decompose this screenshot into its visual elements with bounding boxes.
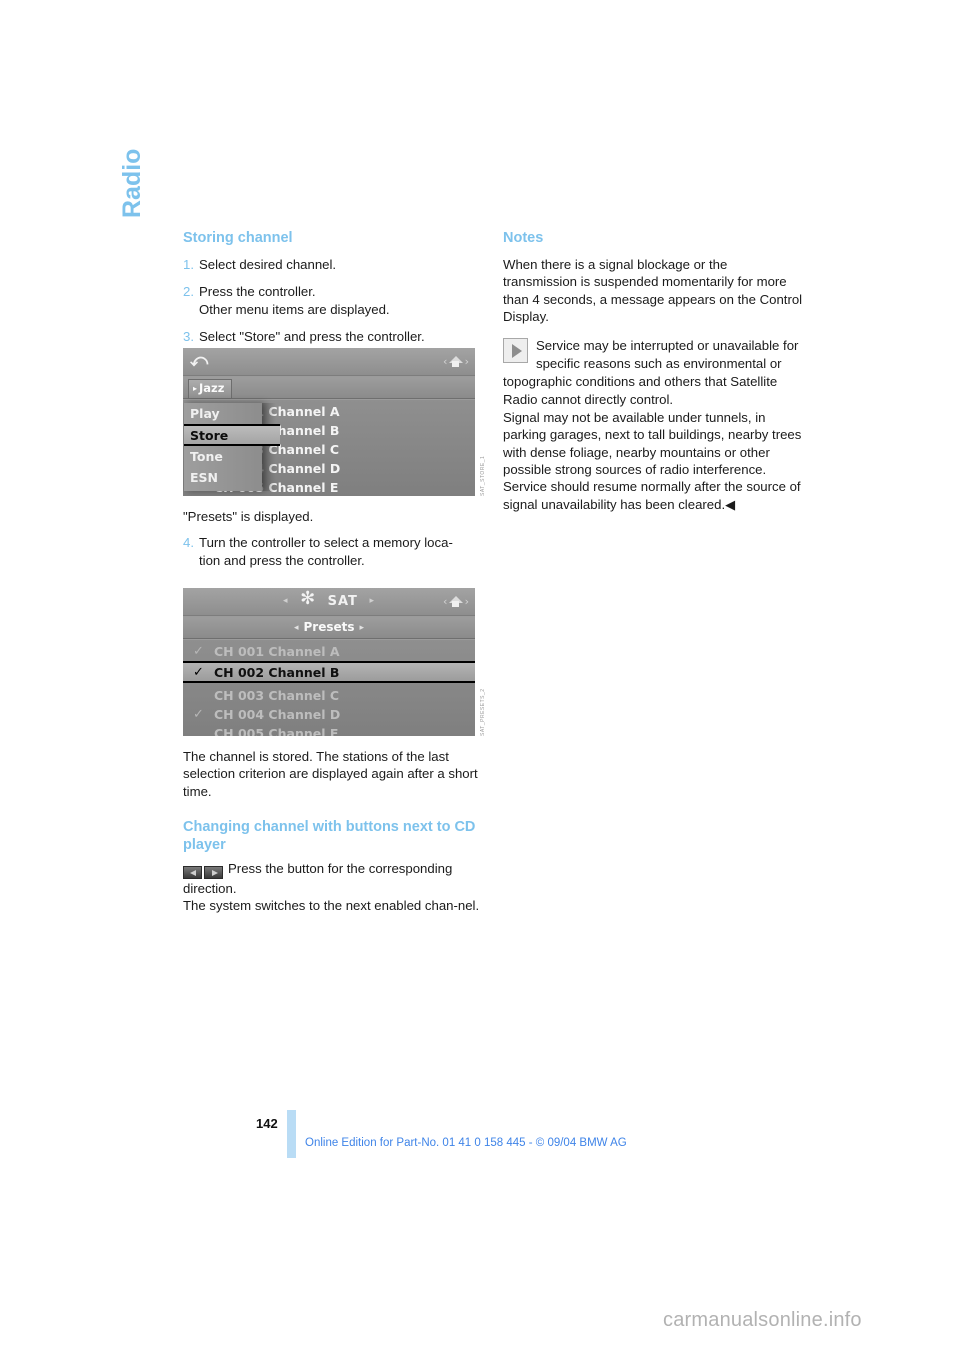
chevron-right-icon: ▸ bbox=[193, 384, 198, 393]
figure1-code: SAT_STORE_1 bbox=[480, 455, 486, 496]
changing-channel-paragraph-1: Press the button for the corresponding d… bbox=[183, 860, 483, 898]
footer-edition-line: Online Edition for Part-No. 01 41 0 158 … bbox=[305, 1137, 627, 1149]
footer-accent-bar bbox=[287, 1110, 296, 1158]
cd-player-buttons bbox=[183, 863, 223, 880]
figure2-row: CH 003 Channel C bbox=[183, 686, 475, 705]
figure2-caption-block: The channel is stored. The stations of t… bbox=[183, 748, 483, 915]
figure-store-menu: ⤺ ‹› ▸Jazz ✓ CH 001 Channel A CH 002 C bbox=[183, 348, 486, 496]
figure2-subtitle: Presets bbox=[303, 620, 355, 634]
next-channel-button[interactable] bbox=[204, 865, 223, 879]
step-item: 4. Turn the controller to select a memor… bbox=[183, 534, 483, 569]
figure2-row: ✓ CH 001 Channel A bbox=[183, 642, 475, 661]
step-number: 2. bbox=[183, 284, 194, 300]
note-text-3-body: Service should resume normally after the… bbox=[503, 479, 801, 512]
step-number: 3. bbox=[183, 328, 194, 344]
figure2-list: ✓ CH 001 Channel A ✓ CH 002 Channel B CH… bbox=[183, 640, 475, 736]
figure2-topbar: ◂ SAT ▸ ‹› bbox=[183, 588, 475, 616]
changing-channel-text-1: Press the button for the corresponding d… bbox=[183, 860, 453, 897]
figure2-title: SAT bbox=[327, 594, 358, 609]
menu-item-play: Play bbox=[190, 406, 220, 421]
step-text: Select "Store" and press the controller. bbox=[199, 328, 425, 344]
left-column: Storing channel 1. Select desired channe… bbox=[183, 229, 483, 355]
figure1-tagbar: ▸ Jazz bbox=[183, 377, 475, 399]
figure2-subtitle-row: ◂ Presets ▸ bbox=[183, 619, 475, 636]
figure1-caption-block: "Presets" is displayed. 4. Turn the cont… bbox=[183, 508, 483, 579]
step-number: 4. bbox=[183, 535, 194, 551]
page-number: 142 bbox=[256, 1116, 278, 1131]
step-text: Turn the controller to select a memory l… bbox=[199, 535, 453, 568]
step-number: 1. bbox=[183, 257, 194, 272]
note-text-3: Service should resume normally after the… bbox=[503, 478, 803, 513]
figure2-row: ✓ CH 004 Channel D bbox=[183, 705, 475, 724]
note-block: Service may be interrupted or unavailabl… bbox=[503, 337, 803, 409]
chevron-left-icon: ◂ bbox=[293, 623, 299, 633]
figure1-source-tag: ▸ Jazz bbox=[188, 379, 233, 399]
note-text-1: Service may be interrupted or unavailabl… bbox=[503, 338, 799, 408]
satellite-icon bbox=[300, 590, 318, 608]
menu-item-esn: ESN bbox=[190, 470, 219, 485]
step-item: 3. Select "Store" and press the controll… bbox=[183, 328, 483, 345]
chapter-tab-radio: Radio bbox=[118, 148, 146, 218]
manual-page: Radio Storing channel 1. Select desired … bbox=[0, 0, 960, 1358]
step-item: 2. Press the controller. Other menu item… bbox=[183, 283, 483, 318]
right-column: Notes When there is a signal blockage or… bbox=[503, 229, 803, 513]
row-label: CH 003 Channel C bbox=[214, 688, 340, 703]
row-label: CH 004 Channel D bbox=[214, 707, 341, 722]
row-label: CH 005 Channel E bbox=[214, 726, 339, 736]
check-icon: ✓ bbox=[193, 707, 204, 722]
step-text: Select desired channel. bbox=[199, 257, 337, 272]
play-triangle-icon bbox=[503, 338, 528, 364]
figure2-row-selected: ✓ CH 002 Channel B bbox=[183, 661, 475, 683]
channel-stored-text: The channel is stored. The stations of t… bbox=[183, 749, 478, 799]
note-text-2: Signal may not be available under tunnel… bbox=[503, 410, 802, 478]
check-icon: ✓ bbox=[193, 665, 204, 680]
chevron-right-icon: ▸ bbox=[369, 596, 375, 606]
figure1-tag-label: Jazz bbox=[199, 381, 225, 395]
home-icon: ‹ › bbox=[443, 355, 469, 368]
end-of-section-marker: ◀ bbox=[725, 496, 736, 512]
figure2-title-row: ◂ SAT ▸ bbox=[183, 590, 475, 611]
previous-channel-button[interactable] bbox=[183, 865, 202, 879]
back-arrow-icon: ⤺ bbox=[190, 351, 209, 371]
figure2-row: CH 005 Channel E bbox=[183, 724, 475, 736]
figure1-topbar: ⤺ ‹ › bbox=[183, 348, 475, 376]
heading-notes: Notes bbox=[503, 230, 544, 246]
menu-item-store: Store bbox=[184, 424, 280, 446]
changing-channel-paragraph-2: The system switches to the next enabled … bbox=[183, 898, 480, 914]
check-icon: ✓ bbox=[193, 644, 204, 659]
figure2-code: SAT_PRESETS_2 bbox=[480, 688, 486, 736]
step-text: Press the controller. Other menu items a… bbox=[199, 284, 390, 317]
figure2-subbar: ◂ Presets ▸ bbox=[183, 617, 475, 639]
step-item: 1. Select desired channel. bbox=[183, 256, 483, 273]
popup-shadow bbox=[262, 403, 276, 491]
heading-changing-channel: Changing channel with buttons next to CD… bbox=[183, 818, 476, 853]
heading-storing-channel: Storing channel bbox=[183, 230, 293, 246]
chevron-right-icon: ▸ bbox=[359, 623, 365, 633]
site-watermark: carmanualsonline.info bbox=[663, 1309, 862, 1331]
chevron-left-icon: ◂ bbox=[283, 596, 289, 606]
home-icon: ‹ › bbox=[443, 595, 469, 608]
notes-intro-text: When there is a signal blockage or the t… bbox=[503, 257, 803, 324]
menu-item-tone: Tone bbox=[190, 449, 223, 464]
presets-displayed-text: "Presets" is displayed. bbox=[183, 509, 314, 524]
row-label: CH 002 Channel B bbox=[214, 665, 340, 680]
figure1-context-menu: Play Store Tone ESN bbox=[184, 403, 280, 491]
figure-presets-list: ◂ SAT ▸ ‹› ◂Presets▸ ✓ CH 001 Channel bbox=[183, 588, 486, 736]
row-label: CH 001 Channel A bbox=[214, 644, 340, 659]
